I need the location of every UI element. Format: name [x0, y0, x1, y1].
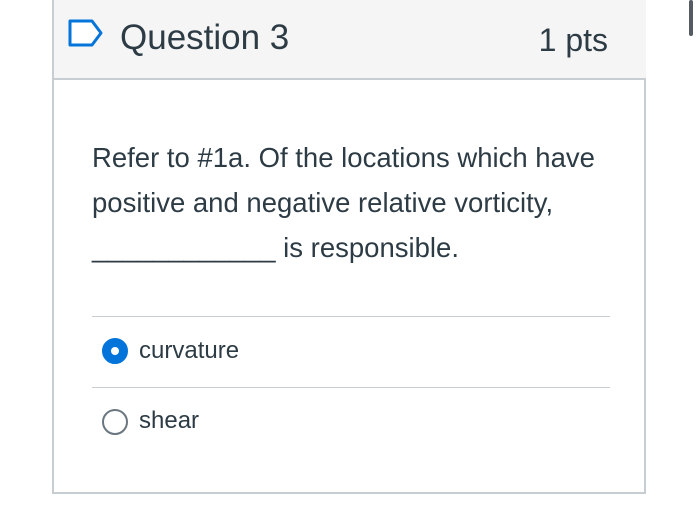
scrollbar[interactable]: [689, 0, 693, 36]
flag-icon[interactable]: [67, 19, 105, 47]
answer-divider: [92, 387, 610, 388]
answer-divider: [92, 316, 610, 317]
answer-option-curvature[interactable]: curvature: [92, 322, 610, 380]
question-card: Question 3 1 pts Refer to #1a. Of the lo…: [52, 0, 646, 494]
answer-label[interactable]: curvature: [139, 336, 239, 366]
answer-option-shear[interactable]: shear: [92, 393, 610, 451]
question-text: Refer to #1a. Of the locations which hav…: [92, 142, 595, 263]
answer-label[interactable]: shear: [139, 406, 199, 436]
question-title: Question 3: [120, 18, 290, 57]
quiz-page: Question 3 1 pts Refer to #1a. Of the lo…: [0, 0, 700, 521]
question-points: 1 pts: [538, 22, 608, 58]
question-header: Question 3 1 pts: [54, 0, 646, 80]
unselected-radio-button[interactable]: [102, 409, 128, 435]
selected-radio-button[interactable]: [102, 338, 128, 364]
